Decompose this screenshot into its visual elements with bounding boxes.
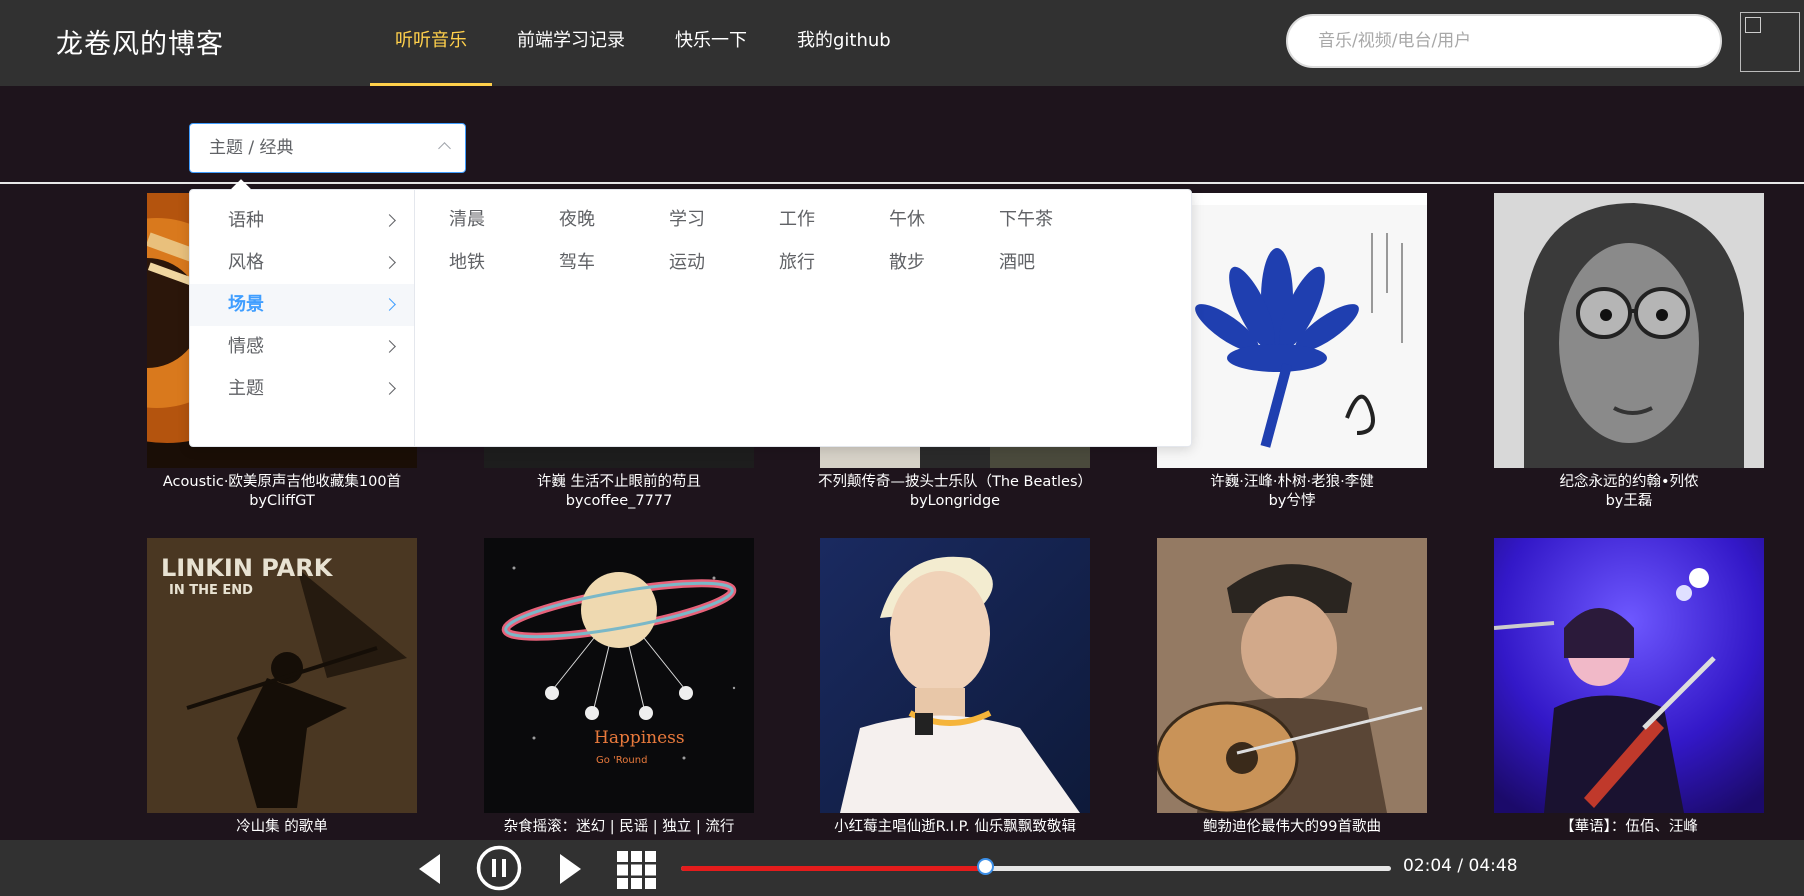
category-select-value: 主题 / 经典 [209,138,294,158]
cascader-option-label: 主题 [228,378,264,399]
cascader-sub-option[interactable]: 清晨 [443,198,553,241]
chevron-up-icon [438,142,451,155]
playlist-cover[interactable]: Happiness Go 'Round [484,538,754,813]
progress-bar[interactable] [681,858,1391,875]
chevron-right-icon [383,214,396,227]
playlist-card: 纪念永远的约翰•列侬 by王磊 [1494,193,1764,511]
playlist-card: LINKIN PARK IN THE END 冷山集 的歌单 [147,538,417,837]
nav-fun[interactable]: 快乐一下 [650,0,772,86]
broken-image-icon [1745,17,1761,33]
cascader-sub-option[interactable]: 学习 [663,198,773,241]
playlist-grid-icon[interactable] [617,851,657,889]
cascader-sub-option[interactable]: 地铁 [443,241,553,284]
playlist-title[interactable]: 杂食摇滚：迷幻 | 民谣 | 独立 | 流行 [469,818,769,837]
main-nav: 听听音乐 前端学习记录 快乐一下 我的github [370,0,916,86]
cascader-option-style[interactable]: 风格 [190,242,414,284]
cascader-sub-option[interactable]: 运动 [663,241,773,284]
playlist-cover[interactable] [1494,538,1764,813]
playlist-card: Happiness Go 'Round 杂食摇滚：迷幻 | 民谣 | 独立 | … [484,538,754,837]
playlist-author[interactable]: byCliffGT [132,492,432,511]
playlist-cover[interactable] [1157,193,1427,468]
cover-happiness-text: Happiness [594,728,685,748]
time-display: 02:04 / 04:48 [1403,856,1518,876]
site-logo[interactable]: 龙卷风的博客 [56,22,224,61]
playlist-author[interactable]: by兮悖 [1142,492,1442,511]
next-track-icon[interactable] [558,853,582,885]
playlist-author[interactable]: by王磊 [1479,492,1779,511]
chevron-right-icon [383,382,396,395]
playlist-card: 许巍·汪峰·朴树·老狼·李健 by兮悖 [1157,193,1427,511]
playlist-card: 鲍勃迪伦最伟大的99首歌曲 [1157,538,1427,837]
nav-github[interactable]: 我的github [772,0,916,86]
cascader-option-label: 场景 [228,294,264,315]
playlist-title[interactable]: 纪念永远的约翰•列侬 [1479,473,1779,492]
cover-go-round-text: Go 'Round [596,755,647,766]
playlist-title[interactable]: 许巍 生活不止眼前的苟且 [469,473,769,492]
cascader-option-language[interactable]: 语种 [190,200,414,242]
cascader-sub-option[interactable]: 酒吧 [993,241,1103,284]
search-input[interactable] [1286,14,1722,68]
playlist-cover[interactable] [1157,538,1427,813]
cascader-option-scene[interactable]: 场景 [190,284,414,326]
playlist-author[interactable]: bycoffee_7777 [469,492,769,511]
cover-song-name: IN THE END [169,583,253,598]
playlist-cover[interactable] [1494,193,1764,468]
top-navbar: 龙卷风的博客 听听音乐 前端学习记录 快乐一下 我的github [0,0,1804,86]
cascader-sub-option[interactable]: 旅行 [773,241,883,284]
cascader-menu-level1: 语种 风格 场景 情感 主题 [190,190,415,446]
playlist-card: 小红莓主唱仙逝R.I.P. 仙乐飘飘致敬辑 [820,538,1090,837]
pause-icon[interactable] [476,845,522,891]
playlist-card: 【華语】：伍佰、汪峰 [1494,538,1764,837]
music-player-bar: 02:04 / 04:48 [0,840,1804,896]
previous-track-icon[interactable] [418,853,442,885]
cascader-menu-level2: 清晨 夜晚 学习 工作 午休 下午茶 地铁 驾车 运动 旅行 散步 酒吧 [415,190,1191,446]
nav-listen-music[interactable]: 听听音乐 [370,0,492,86]
playlist-cover[interactable] [820,538,1090,813]
progress-played [681,866,987,871]
cascader-option-emotion[interactable]: 情感 [190,326,414,368]
cascader-option-label: 情感 [228,336,264,357]
playlist-title[interactable]: 鲍勃迪伦最伟大的99首歌曲 [1142,818,1442,837]
playlist-title[interactable]: 小红莓主唱仙逝R.I.P. 仙乐飘飘致敬辑 [805,818,1105,837]
playlist-title[interactable]: 冷山集 的歌单 [132,818,432,837]
cascader-sub-option[interactable]: 工作 [773,198,883,241]
cover-band-name: LINKIN PARK [161,554,334,582]
playlist-title[interactable]: 许巍·汪峰·朴树·老狼·李健 [1142,473,1442,492]
nav-frontend-notes[interactable]: 前端学习记录 [492,0,650,86]
category-cascader-dropdown: 语种 风格 场景 情感 主题 清晨 夜晚 学习 工作 午休 下午茶 地铁 驾车 … [189,189,1192,447]
cascader-sub-option[interactable]: 夜晚 [553,198,663,241]
avatar[interactable] [1740,12,1800,72]
playlist-title[interactable]: 不列颠传奇—披头士乐队（The Beatles） [805,473,1105,492]
cascader-sub-option[interactable]: 下午茶 [993,198,1103,241]
playlist-cover[interactable]: LINKIN PARK IN THE END [147,538,417,813]
progress-handle[interactable] [977,858,995,875]
cascader-sub-option[interactable]: 午休 [883,198,993,241]
playlist-title[interactable]: Acoustic·欧美原声吉他收藏集100首 [132,473,432,492]
category-select[interactable]: 主题 / 经典 [189,123,466,173]
chevron-right-icon [383,256,396,269]
cascader-sub-option[interactable]: 散步 [883,241,993,284]
section-divider [0,182,1804,184]
chevron-right-icon [383,340,396,353]
cascader-sub-option[interactable]: 驾车 [553,241,663,284]
playlist-author[interactable]: byLongridge [805,492,1105,511]
cascader-option-label: 语种 [228,210,264,231]
cascader-option-label: 风格 [228,252,264,273]
cascader-option-theme[interactable]: 主题 [190,368,414,410]
playlist-title[interactable]: 【華语】：伍佰、汪峰 [1479,818,1779,837]
chevron-right-icon [383,298,396,311]
